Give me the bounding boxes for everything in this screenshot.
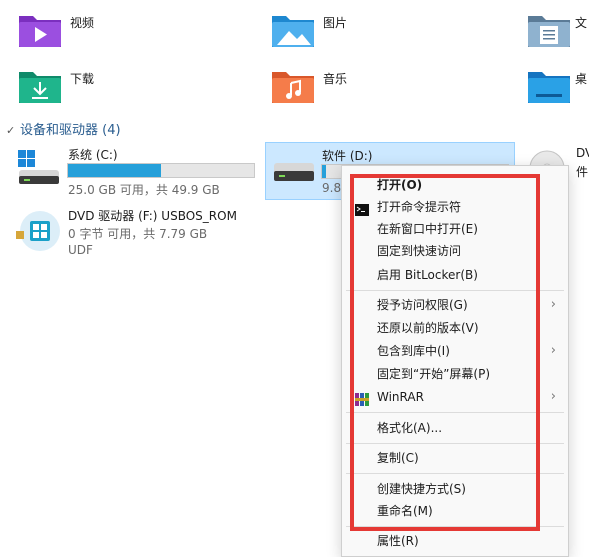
devices-and-drives-header[interactable]: ✓ 设备和驱动器 (4) — [6, 119, 121, 138]
menu-item-label: 打开命令提示符 — [377, 200, 462, 214]
chevron-down-icon: ✓ — [6, 124, 16, 137]
drive-usage-fill — [68, 164, 161, 177]
menu-item-label: 启用 BitLocker(B) — [377, 268, 478, 282]
folder-label: 桌 — [575, 72, 588, 86]
folder-pictures[interactable]: 图片 — [271, 12, 521, 56]
menu-item-pin-start[interactable]: 固定到“开始”屏幕(P) — [342, 363, 568, 385]
documents-folder-icon — [528, 16, 570, 47]
menu-separator — [346, 526, 564, 527]
chevron-right-icon: › — [550, 297, 556, 312]
menu-item-label: 打开(O) — [377, 178, 423, 192]
menu-item-grant-access[interactable]: 授予访问权限(G) › — [342, 294, 568, 316]
hard-drive-icon — [274, 163, 314, 181]
folder-videos[interactable]: 视频 — [18, 12, 268, 56]
drive-name: DV — [576, 146, 589, 160]
drive-usage-fill — [322, 165, 326, 178]
drive-f[interactable]: DVD 驱动器 (F:) USBOS_ROM 0 字节 可用，共 7.79 GB… — [14, 205, 274, 260]
menu-item-label: 包含到库中(I) — [377, 344, 450, 358]
drive-space-text: 25.0 GB 可用，共 49.9 GB — [68, 183, 220, 197]
windows-drive-icon — [18, 150, 59, 184]
menu-item-properties[interactable]: 属性(R) — [342, 530, 568, 552]
menu-item-label: 格式化(A)... — [377, 421, 443, 435]
drive-filesystem-text: UDF — [68, 243, 93, 257]
menu-separator — [346, 473, 564, 474]
menu-item-label: 属性(R) — [377, 534, 419, 548]
pictures-folder-icon — [272, 16, 314, 47]
menu-item-label: 授予访问权限(G) — [377, 298, 468, 312]
menu-item-winrar[interactable]: WinRAR › — [342, 386, 568, 408]
drive-usage-bar — [67, 163, 255, 178]
folder-label: 文 — [575, 16, 588, 30]
folder-label: 音乐 — [323, 72, 348, 86]
menu-item-create-shortcut[interactable]: 创建快捷方式(S) — [342, 478, 568, 500]
folder-downloads[interactable]: 下载 — [18, 68, 268, 112]
menu-item-label: 还原以前的版本(V) — [377, 321, 479, 335]
menu-item-label: 重命名(M) — [377, 504, 433, 518]
drive-c[interactable]: 系统 (C:) 25.0 GB 可用，共 49.9 GB — [14, 146, 259, 197]
menu-item-label: 固定到“开始”屏幕(P) — [377, 367, 491, 381]
menu-separator — [346, 412, 564, 413]
music-folder-icon — [272, 72, 314, 103]
desktop-folder-icon — [528, 72, 570, 103]
section-title: 设备和驱动器 (4) — [20, 123, 121, 138]
folder-desktop[interactable]: 桌 — [527, 68, 589, 112]
winrar-icon — [355, 391, 369, 406]
drive-space-text: 件 — [576, 165, 589, 179]
menu-item-open-new-window[interactable]: 在新窗口中打开(E) — [342, 218, 568, 240]
menu-item-copy[interactable]: 复制(C) — [342, 447, 568, 469]
usb-dvd-drive-icon — [16, 211, 60, 251]
folder-label: 图片 — [323, 16, 348, 30]
menu-item-rename[interactable]: 重命名(M) — [342, 500, 568, 522]
chevron-right-icon: › — [550, 389, 556, 404]
menu-item-label: 复制(C) — [377, 451, 419, 465]
folder-documents[interactable]: 文 — [527, 12, 589, 56]
folder-label: 视频 — [70, 16, 95, 30]
downloads-folder-icon — [19, 72, 61, 103]
drive-name: DVD 驱动器 (F:) USBOS_ROM — [68, 209, 237, 223]
drive-name: 软件 (D:) — [322, 149, 373, 163]
menu-item-enable-bitlocker[interactable]: 启用 BitLocker(B) — [342, 264, 568, 286]
menu-item-open[interactable]: 打开(O) — [342, 174, 568, 196]
chevron-right-icon: › — [550, 343, 556, 358]
menu-item-label: 在新窗口中打开(E) — [377, 222, 478, 236]
context-menu: 打开(O) 打开命令提示符 在新窗口中打开(E) 固定到快速访问 启用 BitL… — [341, 165, 569, 557]
menu-item-include-library[interactable]: 包含到库中(I) › — [342, 340, 568, 362]
menu-item-open-cmd[interactable]: 打开命令提示符 — [342, 196, 568, 218]
menu-item-format[interactable]: 格式化(A)... — [342, 417, 568, 439]
menu-item-label: WinRAR — [377, 390, 424, 404]
folder-label: 下载 — [70, 72, 95, 86]
menu-separator — [346, 290, 564, 291]
menu-item-pin-quick-access[interactable]: 固定到快速访问 — [342, 240, 568, 262]
drive-space-text: 0 字节 可用，共 7.79 GB — [68, 227, 208, 241]
drive-name: 系统 (C:) — [68, 148, 118, 162]
menu-item-label: 创建快捷方式(S) — [377, 482, 466, 496]
menu-separator — [346, 443, 564, 444]
videos-folder-icon — [19, 16, 61, 47]
menu-item-label: 固定到快速访问 — [377, 244, 462, 258]
cmd-icon — [355, 201, 369, 216]
menu-item-restore-versions[interactable]: 还原以前的版本(V) — [342, 317, 568, 339]
folder-music[interactable]: 音乐 — [271, 68, 521, 112]
